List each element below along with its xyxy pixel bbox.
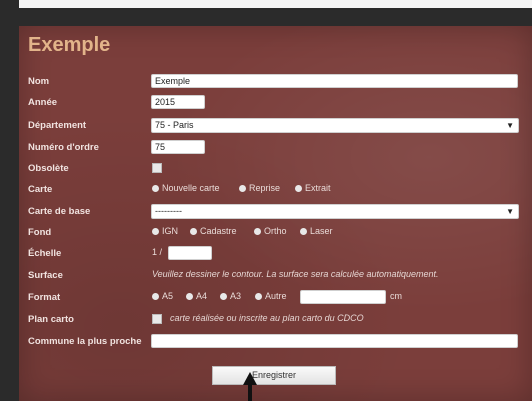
label-annee: Année — [28, 97, 58, 108]
label-numero: Numéro d'ordre — [28, 142, 99, 153]
numero-input[interactable]: 75 — [151, 140, 205, 154]
cursor-tail — [248, 385, 252, 401]
carte-base-select[interactable]: --------- ▼ — [151, 204, 519, 219]
form-panel: Exemple Nom Exemple Année 2015 Départeme… — [19, 26, 532, 401]
format-unit: cm — [390, 291, 402, 301]
radio-icon — [300, 228, 307, 235]
label-surface: Surface — [28, 270, 63, 281]
radio-icon — [152, 185, 159, 192]
chevron-down-icon: ▼ — [506, 121, 514, 130]
row-numero: Numéro d'ordre 75 — [19, 140, 532, 156]
radio-icon — [152, 293, 159, 300]
format-option-autre[interactable]: Autre — [255, 291, 287, 301]
echelle-prefix: 1 / — [152, 247, 163, 257]
annee-input[interactable]: 2015 — [151, 95, 205, 109]
departement-select[interactable]: 75 - Paris ▼ — [151, 118, 519, 133]
label-carte-base: Carte de base — [28, 206, 91, 217]
form-title: Exemple — [28, 34, 111, 56]
radio-icon — [190, 228, 197, 235]
row-format: Format A5 A4 A3 Autre cm — [19, 290, 532, 306]
nom-input[interactable]: Exemple — [151, 74, 518, 88]
format-autre-input[interactable] — [300, 290, 386, 304]
label-carte: Carte — [28, 184, 53, 195]
radio-icon — [220, 293, 227, 300]
format-option-a5[interactable]: A5 — [152, 291, 173, 301]
cursor-icon — [243, 372, 257, 385]
carte-base-value: --------- — [155, 206, 182, 216]
label-nom: Nom — [28, 76, 50, 87]
radio-icon — [186, 293, 193, 300]
label-departement: Département — [28, 120, 87, 131]
carte-option-nouvelle[interactable]: Nouvelle carte — [152, 183, 220, 193]
carte-option-reprise[interactable]: Reprise — [239, 183, 280, 193]
label-format: Format — [28, 292, 61, 303]
row-annee: Année 2015 — [19, 95, 532, 111]
enregistrer-button[interactable]: Enregistrer — [212, 366, 336, 385]
label-echelle: Échelle — [28, 248, 62, 259]
radio-icon — [254, 228, 261, 235]
row-plan-carto: Plan carto carte réalisée ou inscrite au… — [19, 312, 532, 328]
echelle-input[interactable] — [168, 246, 212, 260]
commune-input[interactable] — [151, 334, 518, 348]
label-fond: Fond — [28, 227, 52, 238]
format-option-a3[interactable]: A3 — [220, 291, 241, 301]
fond-option-ortho[interactable]: Ortho — [254, 226, 287, 236]
row-surface: Surface Veuillez dessiner le contour. La… — [19, 268, 532, 284]
fond-option-cadastre[interactable]: Cadastre — [190, 226, 237, 236]
label-obsolete: Obsolète — [28, 163, 69, 174]
radio-icon — [255, 293, 262, 300]
surface-hint: Veuillez dessiner le contour. La surface… — [152, 269, 439, 279]
plan-carto-hint: carte réalisée ou inscrite au plan carto… — [170, 313, 364, 323]
departement-value: 75 - Paris — [155, 120, 194, 130]
radio-icon — [152, 228, 159, 235]
label-plan-carto: Plan carto — [28, 314, 74, 325]
radio-icon — [239, 185, 246, 192]
fond-option-ign[interactable]: IGN — [152, 226, 178, 236]
row-commune: Commune la plus proche — [19, 334, 532, 350]
top-strip — [19, 0, 532, 8]
row-fond: Fond IGN Cadastre Ortho Laser — [19, 225, 532, 241]
label-commune: Commune la plus proche — [28, 336, 142, 347]
chevron-down-icon: ▼ — [506, 207, 514, 216]
fond-option-laser[interactable]: Laser — [300, 226, 333, 236]
carte-option-extrait[interactable]: Extrait — [295, 183, 331, 193]
row-carte-base: Carte de base --------- ▼ — [19, 204, 532, 220]
radio-icon — [295, 185, 302, 192]
obsolete-checkbox[interactable] — [152, 163, 162, 173]
format-option-a4[interactable]: A4 — [186, 291, 207, 301]
row-echelle: Échelle 1 / — [19, 246, 532, 262]
row-nom: Nom Exemple — [19, 74, 532, 90]
row-departement: Département 75 - Paris ▼ — [19, 118, 532, 134]
plan-carto-checkbox[interactable] — [152, 314, 162, 324]
row-obsolete: Obsolète — [19, 161, 532, 177]
row-carte: Carte Nouvelle carte Reprise Extrait — [19, 182, 532, 198]
